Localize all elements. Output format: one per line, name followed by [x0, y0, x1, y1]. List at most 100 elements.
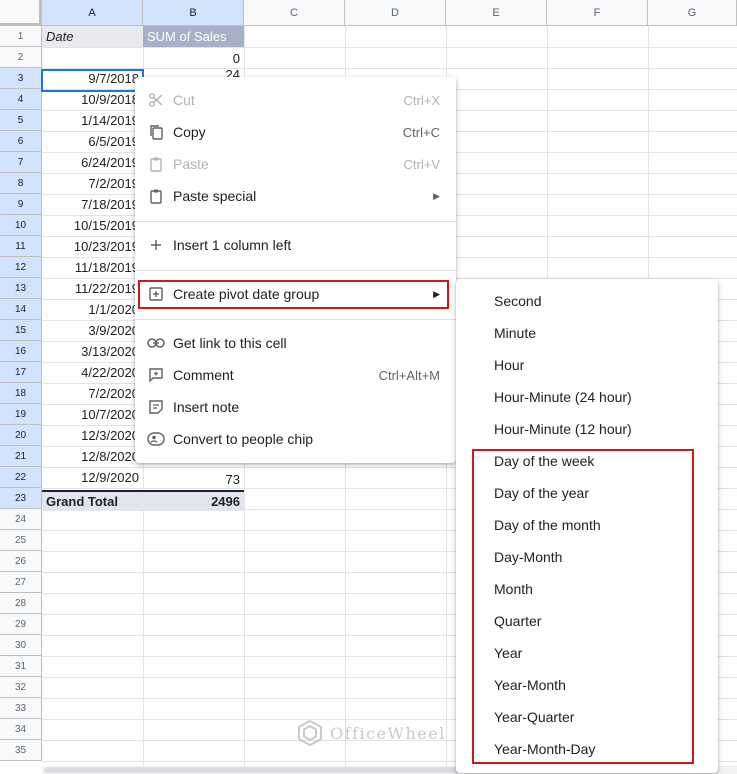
date-cell[interactable]: 3/9/2020: [42, 320, 143, 341]
menu-item-insert-note[interactable]: Insert note: [135, 391, 456, 423]
row-header-35[interactable]: 35: [0, 740, 42, 761]
menu-item-get-link[interactable]: Get link to this cell: [135, 327, 456, 359]
row-header-18[interactable]: 18: [0, 383, 42, 404]
date-cell[interactable]: 12/9/2020: [42, 467, 143, 488]
grand-total-label[interactable]: Grand Total: [42, 490, 143, 511]
row-header-3[interactable]: 3: [0, 68, 42, 89]
row-header-10[interactable]: 10: [0, 215, 42, 236]
menu-divider: [135, 270, 456, 271]
grand-total-value[interactable]: 2496: [143, 490, 244, 511]
row-header-19[interactable]: 19: [0, 404, 42, 425]
row-header-1[interactable]: 1: [0, 26, 42, 47]
submenu-item-minute[interactable]: Minute: [456, 317, 718, 349]
row-header-31[interactable]: 31: [0, 656, 42, 677]
column-header-d[interactable]: D: [345, 0, 446, 26]
row-header-32[interactable]: 32: [0, 677, 42, 698]
row-header-13[interactable]: 13: [0, 278, 42, 299]
scrollbar-thumb[interactable]: [44, 767, 504, 773]
column-header-f[interactable]: F: [547, 0, 648, 26]
row-header-27[interactable]: 27: [0, 572, 42, 593]
menu-item-comment[interactable]: Comment Ctrl+Alt+M: [135, 359, 456, 391]
header-sales-cell[interactable]: SUM of Sales: [143, 26, 244, 47]
watermark-text: OfficeWheel: [330, 723, 446, 743]
row-header-24[interactable]: 24: [0, 509, 42, 530]
row-header-30[interactable]: 30: [0, 635, 42, 656]
date-cell[interactable]: 7/18/2019: [42, 194, 143, 215]
row-header-14[interactable]: 14: [0, 299, 42, 320]
clipboard-icon: [147, 187, 165, 205]
date-cell[interactable]: 6/24/2019: [42, 152, 143, 173]
row-header-28[interactable]: 28: [0, 593, 42, 614]
row-header-26[interactable]: 26: [0, 551, 42, 572]
header-date-cell[interactable]: Date: [42, 26, 143, 47]
row-header-6[interactable]: 6: [0, 131, 42, 152]
menu-divider: [135, 319, 456, 320]
submenu-arrow-icon: ▶: [433, 190, 440, 201]
date-cell[interactable]: 10/7/2020: [42, 404, 143, 425]
highlight-box-pivot-date-group: [138, 280, 449, 309]
menu-item-paste-special[interactable]: Paste special ▶: [135, 180, 456, 212]
menu-item-paste[interactable]: Paste Ctrl+V: [135, 148, 456, 180]
submenu-item-hour[interactable]: Hour: [456, 349, 718, 381]
menu-item-insert-column-left[interactable]: Insert 1 column left: [135, 229, 456, 261]
submenu-item-hour-minute-24-hour[interactable]: Hour-Minute (24 hour): [456, 381, 718, 413]
row-header-17[interactable]: 17: [0, 362, 42, 383]
row-header-20[interactable]: 20: [0, 425, 42, 446]
row-header-8[interactable]: 8: [0, 173, 42, 194]
menu-item-cut[interactable]: Cut Ctrl+X: [135, 84, 456, 116]
column-header-a[interactable]: A: [42, 0, 143, 26]
submenu-item-hour-minute-12-hour[interactable]: Hour-Minute (12 hour): [456, 413, 718, 445]
menu-item-convert-people-chip[interactable]: Convert to people chip: [135, 423, 456, 455]
plus-icon: [147, 236, 165, 254]
date-cell[interactable]: 6/5/2019: [42, 131, 143, 152]
date-cell[interactable]: 1/1/2020: [42, 299, 143, 320]
sales-cell-row2[interactable]: 0: [143, 48, 244, 69]
menu-label: Cut: [173, 92, 195, 108]
date-cell[interactable]: 4/22/2020: [42, 362, 143, 383]
menu-shortcut: Ctrl+V: [403, 156, 440, 172]
row-header-21[interactable]: 21: [0, 446, 42, 467]
date-cell[interactable]: 10/9/2018: [42, 89, 143, 110]
row-header-34[interactable]: 34: [0, 719, 42, 740]
date-cell[interactable]: 7/2/2020: [42, 383, 143, 404]
row-header-15[interactable]: 15: [0, 320, 42, 341]
column-header-c[interactable]: C: [244, 0, 345, 26]
select-all-corner[interactable]: [0, 0, 42, 26]
row-header-16[interactable]: 16: [0, 341, 42, 362]
row-header-2[interactable]: 2: [0, 47, 42, 68]
date-cell[interactable]: 12/3/2020: [42, 425, 143, 446]
row-header-11[interactable]: 11: [0, 236, 42, 257]
row-header-22[interactable]: 22: [0, 467, 42, 488]
copy-icon: [147, 123, 165, 141]
date-cell[interactable]: 7/2/2019: [42, 173, 143, 194]
row-header-7[interactable]: 7: [0, 152, 42, 173]
scissors-icon: [147, 91, 165, 109]
row-header-9[interactable]: 9: [0, 194, 42, 215]
row-header-5[interactable]: 5: [0, 110, 42, 131]
menu-shortcut: Ctrl+X: [403, 92, 440, 108]
submenu-item-second[interactable]: Second: [456, 285, 718, 317]
column-header-e[interactable]: E: [446, 0, 547, 26]
date-cell[interactable]: 11/22/2019: [42, 278, 143, 299]
date-cell[interactable]: 12/8/2020: [42, 446, 143, 467]
highlight-box-date-options: [472, 449, 694, 764]
row-header-23[interactable]: 23: [0, 488, 42, 509]
row-header-12[interactable]: 12: [0, 257, 42, 278]
row-header-33[interactable]: 33: [0, 698, 42, 719]
date-cell[interactable]: 10/23/2019: [42, 236, 143, 257]
menu-label: Paste special: [173, 188, 257, 204]
date-cell[interactable]: 1/14/2019: [42, 110, 143, 131]
sales-cell-row3[interactable]: 24: [143, 69, 244, 77]
row-header-25[interactable]: 25: [0, 530, 42, 551]
row-header-29[interactable]: 29: [0, 614, 42, 635]
date-cell[interactable]: 10/15/2019: [42, 215, 143, 236]
menu-label: Comment: [173, 367, 234, 383]
row-header-4[interactable]: 4: [0, 89, 42, 110]
menu-shortcut: Ctrl+C: [402, 124, 440, 140]
date-cell[interactable]: 3/13/2020: [42, 341, 143, 362]
sales-cell-row22[interactable]: 73: [143, 469, 244, 490]
column-header-b[interactable]: B: [143, 0, 244, 26]
menu-item-copy[interactable]: Copy Ctrl+C: [135, 116, 456, 148]
date-cell[interactable]: 11/18/2019: [42, 257, 143, 278]
column-header-g[interactable]: G: [648, 0, 737, 26]
